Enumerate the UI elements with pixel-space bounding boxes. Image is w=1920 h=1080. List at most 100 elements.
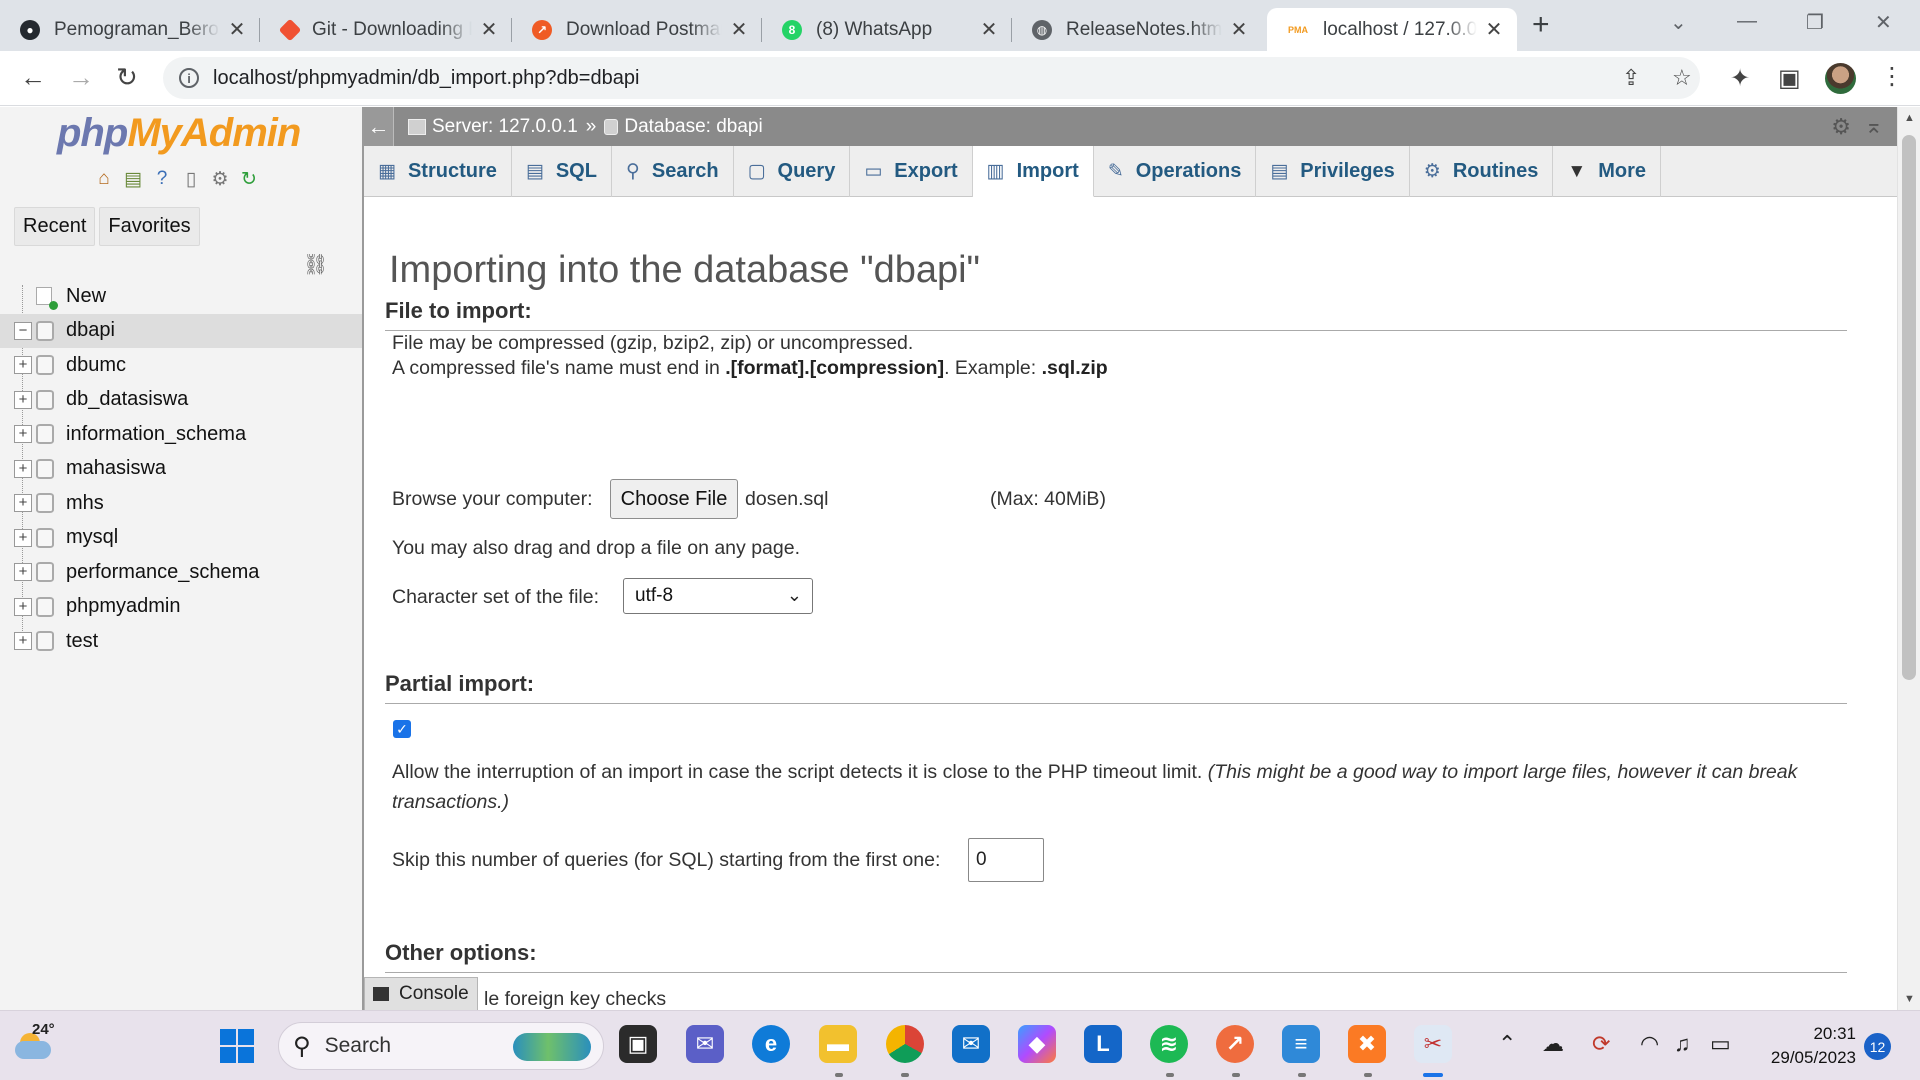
browser-tab-github[interactable]: ● Pemograman_Berorientasi_Objek ✕ — [0, 8, 260, 51]
close-tab-icon[interactable]: ✕ — [1228, 17, 1250, 42]
weather-widget[interactable]: 24° — [14, 1021, 55, 1065]
onedrive-cloud-icon[interactable]: ☁ — [1542, 1031, 1564, 1057]
expand-icon[interactable]: + — [14, 597, 32, 616]
help-icon[interactable]: ? — [150, 167, 174, 191]
browser-menu-icon[interactable]: ⋮ — [1880, 62, 1904, 91]
tree-item-mhs[interactable]: + mhs — [0, 486, 362, 521]
scroll-up-arrow-icon[interactable]: ▲ — [1904, 112, 1915, 124]
page-settings-gear-icon[interactable]: ⚙ — [1831, 114, 1851, 140]
reload-nav-icon[interactable]: ↻ — [237, 167, 261, 191]
tab-routines[interactable]: ⚙ Routines — [1410, 146, 1554, 197]
logout-icon[interactable]: ▤ — [121, 167, 145, 191]
bookmark-star-icon[interactable]: ☆ — [1672, 65, 1692, 91]
expand-icon[interactable]: + — [14, 459, 32, 478]
close-tab-icon[interactable]: ✕ — [1483, 17, 1505, 42]
forward-arrow-icon[interactable]: → — [68, 62, 94, 93]
expand-icon[interactable]: + — [14, 528, 32, 547]
collapse-nav-arrow-icon[interactable]: ← — [364, 107, 394, 146]
tab-query[interactable]: ▢ Query — [734, 146, 851, 197]
tree-item-mahasiswa[interactable]: + mahasiswa — [0, 452, 362, 487]
volume-icon[interactable]: ♫ — [1674, 1031, 1691, 1057]
tree-item-db-datasiswa[interactable]: + db_datasiswa — [0, 383, 362, 418]
favorites-tab[interactable]: Favorites — [99, 207, 200, 246]
console-toggle[interactable]: Console — [364, 977, 478, 1010]
charset-select[interactable]: utf-8 ⌄ — [623, 578, 813, 614]
browser-tab-localhost[interactable]: PMA localhost / 127.0.0.1 ✕ — [1267, 8, 1517, 51]
task-view-icon[interactable]: ▣ — [619, 1025, 657, 1063]
postman-icon[interactable]: ↗ — [1216, 1025, 1254, 1063]
tree-item-new[interactable]: New — [0, 279, 362, 314]
expand-icon[interactable]: + — [14, 356, 32, 375]
allow-interrupt-checkbox[interactable]: ✓ — [393, 720, 411, 738]
edge-browser-icon[interactable]: e — [752, 1025, 790, 1063]
side-panel-icon[interactable]: ▣ — [1778, 64, 1801, 93]
breadcrumb-database[interactable]: Database: dbapi — [604, 116, 763, 138]
expand-icon[interactable]: + — [14, 390, 32, 409]
spotify-icon[interactable]: ≋ — [1150, 1025, 1188, 1063]
teams-chat-icon[interactable]: ✉ — [686, 1025, 724, 1063]
browser-tab-postman[interactable]: ↗ Download Postman ✕ — [512, 8, 762, 51]
tab-structure[interactable]: ▦ Structure — [364, 146, 512, 197]
tab-search[interactable]: ⚲ Search — [612, 146, 734, 197]
mail-icon[interactable]: ✉ — [952, 1025, 990, 1063]
recent-tab[interactable]: Recent — [14, 207, 96, 246]
expand-icon[interactable]: + — [14, 494, 32, 513]
system-clock[interactable]: 20:31 29/05/2023 — [1740, 1022, 1856, 1070]
address-bar[interactable]: i localhost/phpmyadmin/db_import.php?db=… — [163, 57, 1700, 99]
reload-icon[interactable]: ↻ — [116, 62, 138, 93]
tab-privileges[interactable]: ▤ Privileges — [1256, 146, 1410, 197]
sync-icon[interactable]: ⟳ — [1592, 1031, 1610, 1057]
choose-file-button[interactable]: Choose File — [610, 479, 738, 519]
xampp-icon[interactable]: ✖ — [1348, 1025, 1386, 1063]
close-tab-icon[interactable]: ✕ — [728, 17, 750, 42]
close-tab-icon[interactable]: ✕ — [978, 17, 1000, 42]
settings-gear-icon[interactable]: ⚙ — [208, 167, 232, 191]
wifi-icon[interactable]: ◠ — [1640, 1031, 1659, 1057]
site-info-icon[interactable]: i — [179, 68, 199, 88]
tree-item-test[interactable]: + test — [0, 624, 362, 659]
share-icon[interactable]: ⇪ — [1622, 65, 1640, 91]
chrome-icon[interactable] — [886, 1025, 924, 1063]
scroll-down-arrow-icon[interactable]: ▼ — [1904, 993, 1915, 1005]
minimize-icon[interactable]: — — [1737, 10, 1757, 33]
tab-export[interactable]: ▭ Export — [850, 146, 973, 197]
close-window-icon[interactable]: ✕ — [1875, 10, 1892, 35]
tree-item-phpmyadmin[interactable]: + phpmyadmin — [0, 590, 362, 625]
expand-icon[interactable]: + — [14, 425, 32, 444]
browser-tab-whatsapp[interactable]: 8 (8) WhatsApp ✕ — [762, 8, 1012, 51]
tab-operations[interactable]: ✎ Operations — [1094, 146, 1257, 197]
file-explorer-icon[interactable]: ▬ — [819, 1025, 857, 1063]
tab-sql[interactable]: ▤ SQL — [512, 146, 612, 197]
back-arrow-icon[interactable]: ← — [20, 62, 46, 93]
l-app-icon[interactable]: L — [1084, 1025, 1122, 1063]
notification-badge[interactable]: 12 — [1864, 1033, 1891, 1060]
breadcrumb-server[interactable]: Server: 127.0.0.1 — [408, 116, 578, 138]
tree-item-mysql[interactable]: + mysql — [0, 521, 362, 556]
close-tab-icon[interactable]: ✕ — [478, 17, 500, 42]
start-windows-icon[interactable] — [220, 1029, 254, 1063]
photos-icon[interactable]: ◆ — [1018, 1025, 1056, 1063]
home-icon[interactable]: ⌂ — [92, 167, 116, 191]
battery-icon[interactable]: ▭ — [1710, 1031, 1731, 1057]
skip-queries-input[interactable]: 0 — [968, 838, 1044, 882]
docs-icon[interactable]: ▯ — [179, 167, 203, 191]
close-tab-icon[interactable]: ✕ — [226, 17, 248, 42]
profile-avatar[interactable] — [1825, 63, 1856, 94]
tab-more[interactable]: ▼ More — [1553, 146, 1661, 197]
page-scrollbar[interactable]: ▲ ▼ — [1897, 107, 1920, 1010]
phpmyadmin-logo[interactable]: phpMyAdmin — [57, 111, 301, 156]
tree-item-performance-schema[interactable]: + performance_schema — [0, 555, 362, 590]
notepad-icon[interactable]: ≡ — [1282, 1025, 1320, 1063]
tree-item-dbapi[interactable]: − dbapi — [0, 313, 362, 348]
expand-icon[interactable]: + — [14, 632, 32, 651]
collapse-icon[interactable]: − — [14, 321, 32, 340]
collapse-top-icon[interactable]: ⌅ — [1865, 113, 1883, 139]
new-tab-icon[interactable]: + — [1532, 10, 1550, 40]
tree-item-information-schema[interactable]: + information_schema — [0, 417, 362, 452]
browser-tab-releasenotes[interactable]: ◍ ReleaseNotes.html ✕ — [1012, 8, 1262, 51]
link-with-main-panel-icon[interactable]: ⛓ — [303, 252, 328, 277]
restore-icon[interactable]: ❐ — [1806, 10, 1824, 35]
snipping-tool-icon[interactable]: ✂ — [1414, 1025, 1452, 1063]
tab-import[interactable]: ▥ Import — [972, 146, 1094, 197]
tree-item-dbumc[interactable]: + dbumc — [0, 348, 362, 383]
